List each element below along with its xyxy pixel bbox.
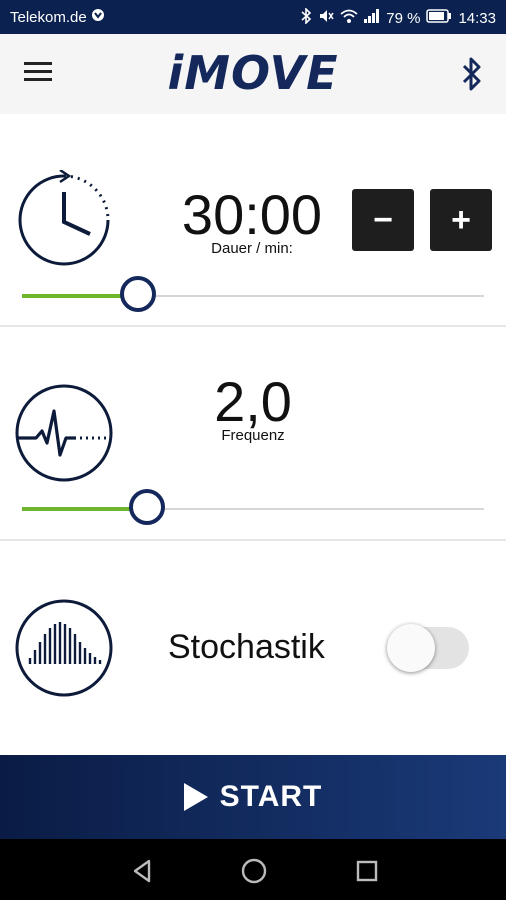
duration-label: Dauer / min:	[211, 240, 293, 257]
section-divider	[0, 539, 506, 541]
home-icon[interactable]	[240, 857, 268, 885]
carrier-info: Telekom.de	[10, 8, 105, 26]
duration-minus-button[interactable]: −	[352, 189, 414, 251]
system-navigation-bar	[0, 839, 506, 900]
status-bar: Telekom.de 79 % 14:33	[0, 0, 506, 34]
toggle-knob	[387, 624, 435, 672]
mute-icon	[318, 8, 334, 28]
wifi-icon	[340, 8, 358, 28]
battery-percent: 79 %	[386, 9, 421, 27]
duration-plus-button[interactable]: +	[430, 189, 492, 251]
duration-section: 30:00 Dauer / min: − +	[0, 114, 506, 326]
duration-slider-thumb[interactable]	[120, 276, 156, 312]
frequency-slider-thumb[interactable]	[129, 489, 165, 525]
clock-icon	[14, 168, 114, 270]
bluetooth-status-icon	[300, 7, 312, 28]
frequency-section: 2,0 Frequenz	[0, 327, 506, 540]
stochastik-label: Stochastik	[168, 628, 325, 666]
bluetooth-icon[interactable]	[460, 54, 484, 94]
recents-icon[interactable]	[353, 857, 381, 885]
app-logo: iMOVE	[167, 46, 339, 100]
stochastik-toggle[interactable]	[387, 621, 469, 672]
battery-icon	[426, 9, 452, 27]
duration-slider[interactable]	[22, 276, 484, 316]
clock-time: 14:33	[458, 9, 496, 27]
pulse-wave-icon	[14, 383, 114, 483]
app-bar: iMOVE	[0, 34, 506, 114]
play-icon	[183, 783, 208, 811]
back-icon[interactable]	[129, 857, 157, 885]
carrier-name: Telekom.de	[10, 8, 87, 26]
frequency-value: 2,0	[214, 370, 292, 433]
duration-value: 30:00	[181, 183, 323, 246]
start-label: START	[219, 780, 323, 813]
carrier-badge-icon	[91, 8, 105, 26]
signal-icon	[364, 9, 380, 27]
frequency-slider[interactable]	[22, 489, 484, 529]
bell-curve-icon	[14, 598, 114, 698]
frequency-label: Frequenz	[221, 427, 285, 444]
status-icons: 79 % 14:33	[300, 7, 496, 28]
start-button[interactable]: START	[0, 755, 506, 839]
